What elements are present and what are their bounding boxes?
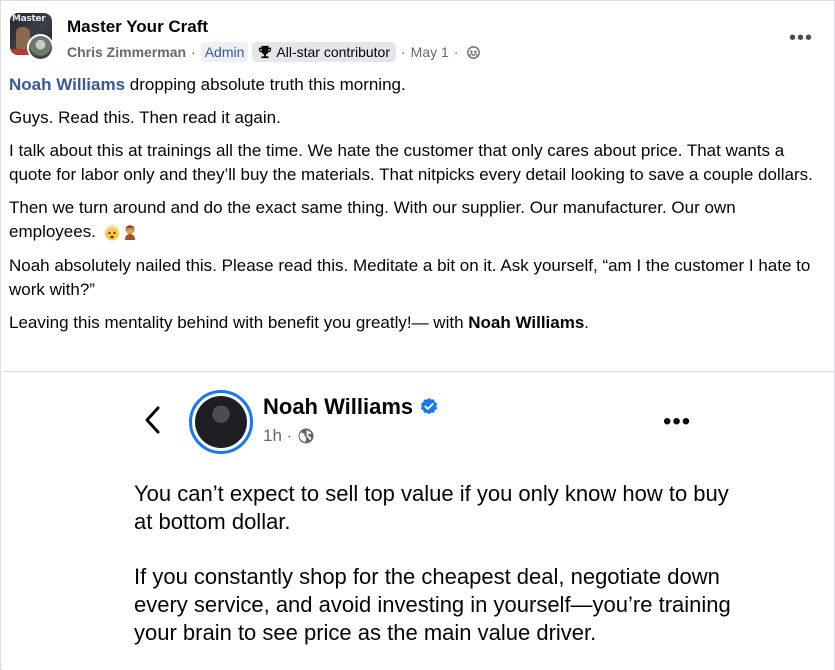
embedded-author-name: Noah Williams	[263, 394, 439, 420]
group-name-link[interactable]: Master Your Craft	[67, 17, 208, 37]
embedded-post-text: You can’t expect to sell top value if yo…	[134, 480, 734, 670]
embedded-options-icon: •••	[663, 408, 692, 435]
all-star-badge[interactable]: All-star contributor	[252, 42, 396, 62]
trophy-icon	[259, 45, 272, 59]
embedded-paragraph: If you constantly shop for the cheapest …	[134, 564, 731, 645]
post-meta: Chris Zimmerman · Admin All-star contrib…	[67, 40, 481, 64]
back-arrow-icon	[145, 406, 160, 434]
exploding-head-emoji	[104, 223, 119, 241]
all-star-label: All-star contributor	[276, 44, 390, 60]
post-body: Noah Williams dropping absolute truth th…	[9, 73, 824, 344]
post-header: Master Master Your Craft Chris Zimmerman…	[1, 1, 835, 71]
mention-link[interactable]: Noah Williams	[9, 75, 125, 94]
admin-badge[interactable]: Admin	[200, 42, 249, 62]
verified-badge-icon	[421, 398, 438, 415]
post-paragraph: Guys. Read this. Then read it again.	[9, 108, 281, 127]
post-paragraph: Then we turn around and do the exact sam…	[9, 196, 824, 245]
separator-dot: ·	[191, 44, 196, 60]
post-paragraph: I talk about this at trainings all the t…	[9, 141, 813, 184]
embedded-author-name-text: Noah Williams	[263, 394, 414, 419]
post-options-button[interactable]: •••	[786, 23, 816, 53]
group-avatar-text: Master	[12, 14, 46, 24]
person-facepalming-emoji	[124, 224, 135, 240]
author-name-link[interactable]: Chris Zimmerman	[67, 44, 186, 60]
post-paragraph: Leaving this mentality behind with benef…	[9, 311, 824, 335]
emoji-group	[103, 221, 139, 245]
audience-group-icon[interactable]	[467, 45, 481, 59]
embedded-timestamp: 1h ·	[263, 426, 315, 446]
post-paragraph: Noah absolutely nailed this. Please read…	[9, 255, 811, 299]
embedded-time-text: 1h ·	[263, 426, 293, 445]
post-card: Master Master Your Craft Chris Zimmerman…	[0, 0, 835, 670]
embedded-avatar-photo	[195, 396, 247, 448]
embedded-paragraph: You can’t expect to sell top value if yo…	[134, 481, 729, 534]
post-paragraph: Noah Williams dropping absolute truth th…	[9, 73, 824, 97]
separator-dot: ·	[453, 44, 459, 60]
globe-icon	[298, 428, 314, 444]
post-date-link[interactable]: May 1	[411, 44, 449, 60]
tagged-user-link[interactable]: Noah Williams	[468, 313, 584, 332]
shared-image[interactable]: Noah Williams 1h · ••• You can’t expect …	[3, 371, 834, 670]
author-avatar[interactable]	[27, 34, 54, 61]
embedded-author-avatar	[189, 390, 253, 454]
separator-dot: ·	[401, 44, 406, 60]
paragraph-end: .	[584, 312, 590, 332]
paragraph-text: dropping absolute truth this morning.	[125, 75, 406, 94]
paragraph-text: Leaving this mentality behind with benef…	[9, 312, 469, 332]
